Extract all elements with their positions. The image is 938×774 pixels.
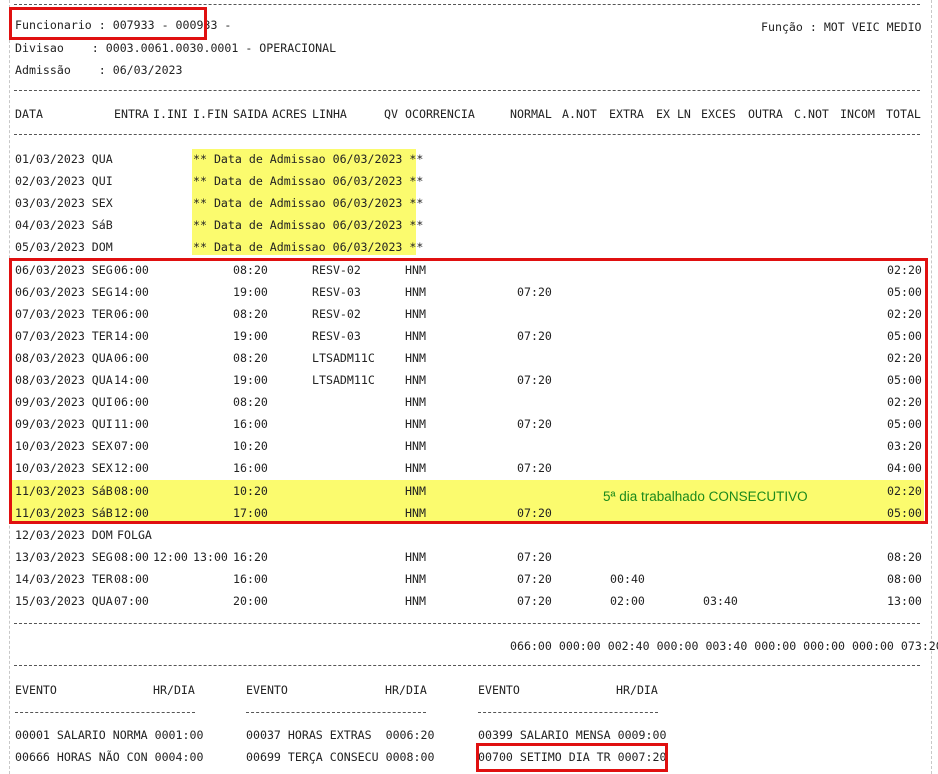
totals-separator	[14, 665, 920, 666]
col-ex-ln: EX LN	[656, 107, 691, 121]
row-date: 14/03/2023 TER	[15, 571, 113, 586]
row-admission-note: ** Data de Admissao 06/03/2023 **	[193, 174, 424, 189]
row-normal: 07:20	[517, 594, 552, 608]
row-date: 02/03/2023 QUI	[15, 174, 113, 189]
col-a-not: A.NOT	[562, 107, 597, 121]
events-col2-separator	[246, 712, 426, 713]
row-saida: 20:00	[233, 594, 268, 608]
events-col2-evento: EVENTO	[246, 683, 288, 697]
page-right-border	[931, 0, 932, 774]
row-normal: 07:20	[517, 571, 552, 586]
col-total: TOTAL	[886, 107, 921, 121]
row-total: 08:20	[887, 549, 922, 564]
row-date: 05/03/2023 DOM	[15, 240, 113, 255]
row-exces: 03:40	[703, 594, 738, 608]
col-outra: OUTRA	[748, 107, 783, 121]
row-date: 13/03/2023 SEG	[15, 549, 113, 564]
row-ocorrencia: HNM	[405, 571, 426, 586]
row-extra: 00:40	[610, 571, 645, 586]
col-data: DATA	[15, 107, 43, 121]
row-admission-note: ** Data de Admissao 06/03/2023 **	[193, 240, 424, 255]
col-c-not: C.NOT	[794, 107, 829, 121]
col-normal: NORMAL	[510, 107, 552, 121]
rows-redbox	[9, 258, 928, 524]
rows-end-separator	[14, 623, 920, 624]
row-admission-note: ** Data de Admissao 06/03/2023 **	[193, 218, 424, 233]
columns-separator	[14, 134, 920, 135]
row-i-fin: 13:00	[193, 549, 228, 564]
row-saida: 16:20	[233, 549, 268, 564]
row-date: 03/03/2023 SEX	[15, 196, 113, 211]
row-date: 12/03/2023 DOM	[15, 527, 113, 542]
events-col3-evento: EVENTO	[478, 683, 520, 697]
row-entra: FOLGA	[117, 527, 152, 542]
funcao-label: Função : MOT VEIC MEDIO	[761, 20, 922, 34]
col-entra: ENTRA	[114, 107, 149, 121]
row-date: 04/03/2023 SáB	[15, 218, 113, 233]
event-00666: 00666 HORAS NÃO CON 0004:00	[15, 750, 204, 764]
row-admission-note: ** Data de Admissao 06/03/2023 **	[193, 196, 424, 211]
col-i-fin: I.FIN	[193, 107, 228, 121]
event-00037: 00037 HORAS EXTRAS 0006:20	[246, 728, 435, 742]
events-col1-evento: EVENTO	[15, 683, 57, 697]
row-date: 15/03/2023 QUA	[15, 594, 113, 608]
admissao-line: Admissão : 06/03/2023	[15, 63, 183, 77]
col-incom: INCOM	[840, 107, 875, 121]
col-qv: QV	[384, 107, 398, 121]
event-00001: 00001 SALARIO NORMA 0001:00	[15, 728, 204, 742]
row-ocorrencia: HNM	[405, 594, 426, 608]
col-acres: ACRES	[272, 107, 307, 121]
row-entra: 08:00	[114, 549, 149, 564]
top-separator	[14, 4, 920, 5]
col-exces: EXCES	[701, 107, 736, 121]
row-saida: 16:00	[233, 571, 268, 586]
col-ocorrencia: OCORRENCIA	[405, 107, 475, 121]
events-col1-separator	[15, 712, 195, 713]
row-extra: 02:00	[610, 594, 645, 608]
funcionario-redbox	[9, 7, 207, 40]
row-total: 08:00	[887, 571, 922, 586]
row-i-ini: 12:00	[153, 549, 188, 564]
event-00399: 00399 SALARIO MENSA 0009:00	[478, 728, 667, 742]
events-col1-hrdia: HR/DIA	[153, 683, 195, 697]
events-col3-hrdia: HR/DIA	[616, 683, 658, 697]
totals-line: 066:00 000:00 002:40 000:00 003:40 000:0…	[510, 639, 938, 653]
col-saida: SAIDA	[233, 107, 268, 121]
row-ocorrencia: HNM	[405, 549, 426, 564]
event-00699: 00699 TERÇA CONSECU 0008:00	[246, 750, 435, 764]
row-date: 01/03/2023 QUA	[15, 152, 113, 166]
col-i-ini: I.INI	[153, 107, 188, 121]
col-linha: LINHA	[312, 107, 347, 121]
divisao-line: Divisao : 0003.0061.0030.0001 - OPERACIO…	[15, 41, 337, 55]
row-admission-note: ** Data de Admissao 06/03/2023 **	[193, 152, 424, 166]
row-entra: 08:00	[114, 571, 149, 586]
events-col3-separator	[478, 712, 658, 713]
row-entra: 07:00	[114, 594, 149, 608]
row-normal: 07:20	[517, 549, 552, 564]
col-extra: EXTRA	[609, 107, 644, 121]
event-00700-redbox	[476, 743, 668, 772]
events-col2-hrdia: HR/DIA	[385, 683, 427, 697]
header-separator	[14, 90, 920, 91]
row-total: 13:00	[887, 594, 922, 608]
